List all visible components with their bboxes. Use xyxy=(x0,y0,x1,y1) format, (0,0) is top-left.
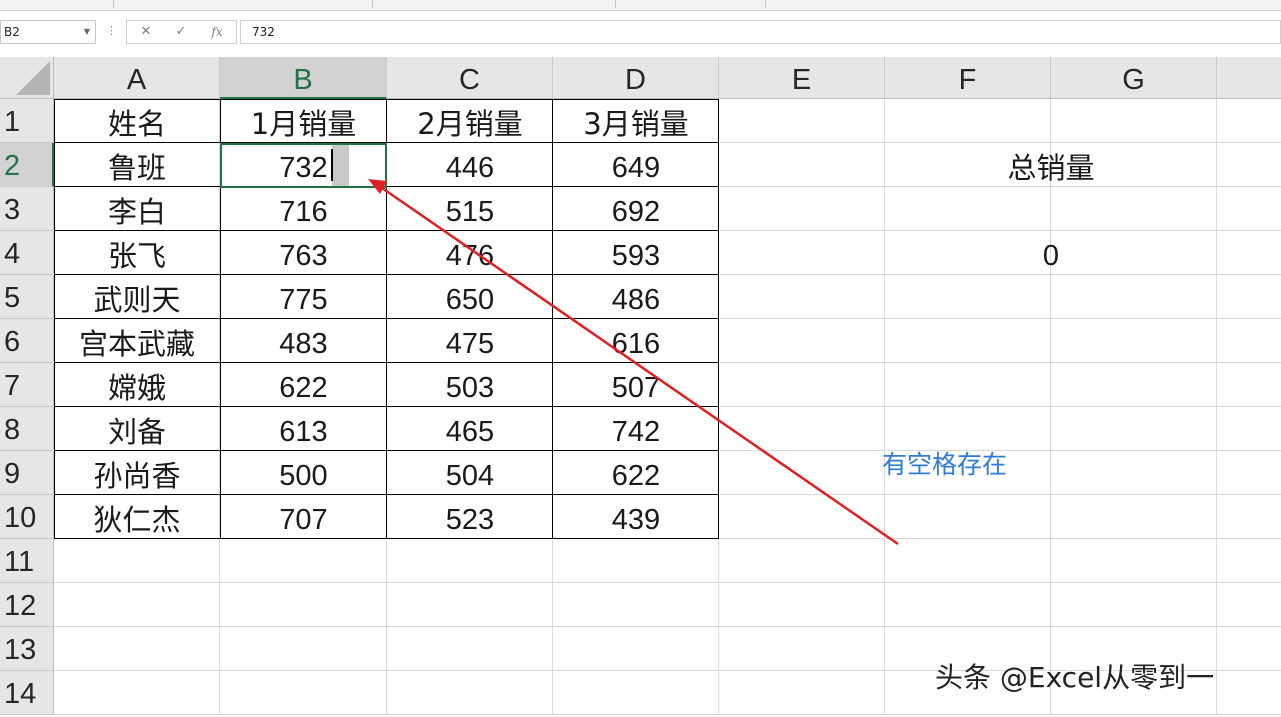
row-header-7[interactable]: 7 xyxy=(0,363,54,407)
select-all-button[interactable] xyxy=(0,57,54,99)
formula-buttons: ✕ ✓ fx xyxy=(126,20,237,44)
name-box[interactable]: B2 ▼ xyxy=(0,20,96,44)
cell-d9[interactable]: 622 xyxy=(553,453,719,497)
cell-b10[interactable]: 707 xyxy=(220,497,387,541)
column-header-a[interactable]: A xyxy=(54,57,220,99)
cell-c3[interactable]: 515 xyxy=(387,189,553,233)
cell-b8[interactable]: 613 xyxy=(220,409,387,453)
cell-d3[interactable]: 692 xyxy=(553,189,719,233)
column-header-f[interactable]: F xyxy=(885,57,1051,99)
row-header-1[interactable]: 1 xyxy=(0,99,54,143)
row-header-3[interactable]: 3 xyxy=(0,187,54,231)
cell-b3[interactable]: 716 xyxy=(220,189,387,233)
cell-d1[interactable]: 3月销量 xyxy=(553,101,719,145)
ribbon-separator xyxy=(372,0,373,8)
ribbon-separator xyxy=(113,0,114,8)
column-header-c[interactable]: C xyxy=(387,57,553,99)
cell-d5[interactable]: 486 xyxy=(553,277,719,321)
cell-a5[interactable]: 武则天 xyxy=(54,277,220,321)
annotation-text: 有空格存在 xyxy=(882,450,1008,479)
gridline xyxy=(54,582,1281,583)
cell-a4[interactable]: 张飞 xyxy=(54,233,220,277)
row-header-11[interactable]: 11 xyxy=(0,539,54,583)
row-header-6[interactable]: 6 xyxy=(0,319,54,363)
active-cell-selection[interactable] xyxy=(220,143,387,188)
name-box-value: B2 xyxy=(4,25,20,39)
row-header-4[interactable]: 4 xyxy=(0,231,54,275)
row-header-2[interactable]: 2 xyxy=(0,143,54,187)
cell-b4[interactable]: 763 xyxy=(220,233,387,277)
cell-a2[interactable]: 鲁班 xyxy=(54,145,220,189)
column-header-d[interactable]: D xyxy=(553,57,719,99)
cell-c2[interactable]: 446 xyxy=(387,145,553,189)
gridline xyxy=(1050,99,1051,715)
cell-a7[interactable]: 嫦娥 xyxy=(54,365,220,409)
cell-b6[interactable]: 483 xyxy=(220,321,387,365)
cell-c9[interactable]: 504 xyxy=(387,453,553,497)
cell-d8[interactable]: 742 xyxy=(553,409,719,453)
formula-bar-resize-handle[interactable]: ⋮ xyxy=(106,24,117,38)
cell-c4[interactable]: 476 xyxy=(387,233,553,277)
column-header-h[interactable] xyxy=(1217,57,1281,99)
cell-c8[interactable]: 465 xyxy=(387,409,553,453)
cell-a1[interactable]: 姓名 xyxy=(54,101,220,145)
cell-c10[interactable]: 523 xyxy=(387,497,553,541)
row-header-5[interactable]: 5 xyxy=(0,275,54,319)
cell-d6[interactable]: 616 xyxy=(553,321,719,365)
row-header-8[interactable]: 8 xyxy=(0,407,54,451)
cell-a9[interactable]: 孙尚香 xyxy=(54,453,220,497)
cell-b1[interactable]: 1月销量 xyxy=(220,101,387,145)
row-header-13[interactable]: 13 xyxy=(0,627,54,671)
gridline xyxy=(54,626,1281,627)
cell-d10[interactable]: 439 xyxy=(553,497,719,541)
select-all-triangle-icon xyxy=(16,61,50,95)
gridline xyxy=(884,99,885,715)
formula-input[interactable]: 732 xyxy=(240,20,1281,44)
row-header-10[interactable]: 10 xyxy=(0,495,54,539)
cell-a6[interactable]: 宫本武藏 xyxy=(54,321,220,365)
column-header-e[interactable]: E xyxy=(719,57,885,99)
insert-function-icon[interactable]: fx xyxy=(205,21,229,43)
row-header-14[interactable]: 14 xyxy=(0,671,54,715)
cell-c6[interactable]: 475 xyxy=(387,321,553,365)
cell-c7[interactable]: 503 xyxy=(387,365,553,409)
cell-c5[interactable]: 650 xyxy=(387,277,553,321)
ribbon-separator xyxy=(765,0,766,8)
cell-d2[interactable]: 649 xyxy=(553,145,719,189)
ribbon-separator xyxy=(615,0,616,8)
formula-bar: B2 ▼ ⋮ ✕ ✓ fx 732 xyxy=(0,11,1281,55)
cancel-icon[interactable]: ✕ xyxy=(134,21,158,43)
row-header-9[interactable]: 9 xyxy=(0,451,54,495)
cell-b5[interactable]: 775 xyxy=(220,277,387,321)
row-header-12[interactable]: 12 xyxy=(0,583,54,627)
summary-label[interactable]: 总销量 xyxy=(885,145,1217,189)
watermark: 头条 @Excel从零到一 xyxy=(935,661,1215,694)
cell-a10[interactable]: 狄仁杰 xyxy=(54,497,220,541)
summary-value[interactable]: 0 xyxy=(885,233,1217,277)
column-header-g[interactable]: G xyxy=(1051,57,1217,99)
chevron-down-icon[interactable]: ▼ xyxy=(84,21,90,43)
cell-b9[interactable]: 500 xyxy=(220,453,387,497)
cell-d4[interactable]: 593 xyxy=(553,233,719,277)
cell-c1[interactable]: 2月销量 xyxy=(387,101,553,145)
cell-a8[interactable]: 刘备 xyxy=(54,409,220,453)
enter-icon[interactable]: ✓ xyxy=(169,21,193,43)
cell-b7[interactable]: 622 xyxy=(220,365,387,409)
ribbon-group-strip xyxy=(0,0,1281,11)
cell-a3[interactable]: 李白 xyxy=(54,189,220,233)
column-header-b[interactable]: B xyxy=(220,57,387,99)
cell-d7[interactable]: 507 xyxy=(553,365,719,409)
gridline xyxy=(1216,99,1217,715)
